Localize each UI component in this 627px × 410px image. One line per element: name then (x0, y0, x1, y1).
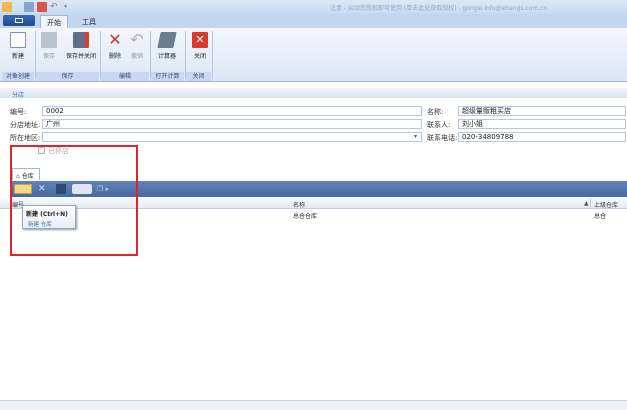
calculator-button[interactable]: 计算器 (152, 30, 182, 70)
calculator-button-label: 计算器 (157, 53, 176, 60)
contact-input[interactable]: 刘小姐 (458, 119, 626, 129)
status-bar (0, 400, 627, 410)
sort-ascending-icon: ▲ (584, 200, 589, 207)
group-label-save: 保存 (36, 72, 99, 81)
new-button[interactable]: 新建 (3, 30, 33, 70)
save-button[interactable]: 保存 (34, 30, 64, 70)
tab-home[interactable]: 开始 (40, 15, 68, 28)
quick-access-dropdown-icon[interactable]: ▾ (64, 2, 74, 12)
save-icon[interactable] (24, 2, 34, 12)
undo-button-label: 撤销 (130, 53, 143, 60)
disk-close-icon (73, 32, 89, 48)
close-button[interactable]: ✕ 关闭 (185, 30, 215, 70)
save-and-close-button[interactable]: 保存并关闭 (64, 30, 98, 70)
application-menu-button[interactable] (3, 15, 35, 26)
close-button-label: 关闭 (193, 53, 206, 60)
group-label-calculator: 打开计算 (151, 72, 184, 81)
code-input[interactable]: 0002 (42, 106, 422, 116)
column-header-parent[interactable]: 上级仓库 (594, 200, 618, 209)
group-label-edit: 编辑 (101, 72, 149, 81)
row-parent-cell: 总仓 (594, 213, 607, 220)
region-dropdown-icon[interactable]: ▾ (414, 133, 417, 140)
phone-label: 联系电话: (427, 134, 458, 142)
window-icon (15, 18, 23, 23)
tab-tools[interactable]: 工具 (76, 15, 102, 28)
save-button-label: 保存 (42, 53, 55, 60)
contact-label: 联系人: (427, 121, 451, 129)
column-divider (590, 199, 591, 209)
group-label-new: 对象创建 (2, 72, 34, 81)
code-label: 编号: (10, 108, 27, 116)
undo-button[interactable]: ↶ 撤销 (122, 30, 152, 70)
phone-input[interactable]: 020-34809788 (458, 132, 626, 142)
address-input[interactable]: 广州 (42, 119, 422, 129)
save-and-close-label: 保存并关闭 (65, 53, 96, 60)
group-label-close: 关闭 (186, 72, 211, 81)
undo-arrow-icon: ↶ (130, 30, 144, 49)
delete-x-icon: ✕ (108, 30, 122, 49)
region-label: 所在地区: (10, 134, 41, 142)
group-divider (212, 31, 213, 79)
window-title: 注意 - 启动您授权即可使用 (单击此处获取授权) - gongsi.info@… (330, 5, 548, 12)
disk-icon (41, 32, 57, 48)
new-document-icon (10, 32, 26, 48)
name-label: 名称: (427, 108, 444, 116)
address-label: 分店地址: (10, 121, 41, 129)
save-close-icon[interactable] (37, 2, 47, 12)
close-icon: ✕ (192, 32, 208, 48)
app-logo-icon (2, 2, 12, 12)
name-input[interactable]: 超级量贩粗买店 (458, 106, 626, 116)
column-header-name[interactable]: 名称 (293, 200, 305, 209)
new-button-label: 新建 (11, 53, 24, 60)
undo-icon[interactable]: ↶ (50, 2, 60, 12)
section-header: 分店 (0, 88, 627, 99)
calculator-icon (157, 32, 177, 48)
highlight-box (10, 145, 138, 256)
region-select[interactable] (42, 132, 422, 142)
row-name-cell: 总仓仓库 (293, 213, 318, 220)
